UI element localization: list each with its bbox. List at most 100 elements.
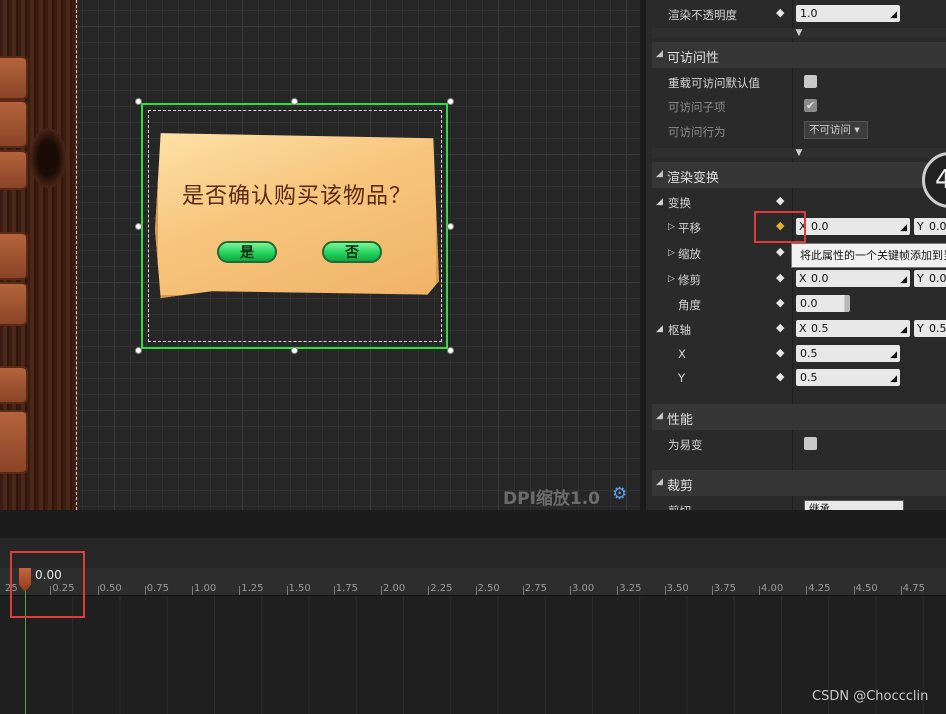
ruler-tick-label: 3.25	[619, 583, 642, 594]
ruler-tick	[570, 586, 571, 595]
drag-corner-icon: ◢	[890, 350, 897, 360]
wood-plank	[0, 366, 28, 404]
ruler-tick	[711, 586, 713, 595]
transform-label: 变换	[668, 196, 691, 210]
clip-label: 剪切	[668, 503, 691, 510]
ruler-tick	[286, 586, 288, 595]
selection-box[interactable]	[141, 103, 448, 349]
accessibility-category[interactable]: ◢ 可访问性	[652, 42, 946, 68]
ruler-tick-label: 4.75	[902, 583, 926, 594]
shear-row: ▷ 修剪 ◆ X 0.0 ◢ Y 0.0	[652, 267, 946, 291]
resize-handle[interactable]	[447, 347, 454, 354]
pivot-y-input[interactable]: Y 0.5	[914, 320, 946, 337]
resize-handle[interactable]	[447, 98, 454, 105]
ruler-tick	[333, 586, 335, 595]
translation-x-value: 0.0	[811, 220, 829, 233]
advanced-expander[interactable]: ▼	[652, 148, 946, 158]
translation-label: 平移	[678, 221, 701, 235]
resize-handle[interactable]	[135, 347, 142, 354]
keyframe-icon[interactable]: ◆	[776, 371, 788, 383]
volatile-checkbox[interactable]	[804, 437, 817, 450]
override-access-checkbox[interactable]	[804, 75, 817, 88]
keyframe-icon[interactable]: ◆	[776, 347, 788, 359]
shear-x-input[interactable]: X 0.0 ◢	[796, 270, 910, 287]
clip-row: 剪切 继承	[652, 498, 946, 510]
render-transform-category[interactable]: ◢ 渲染变换	[652, 162, 946, 188]
render-opacity-label: 渲染不透明度	[668, 8, 737, 22]
clipping-title: 裁剪	[667, 479, 694, 494]
ruler-tick-label: 4.50	[855, 583, 878, 594]
render-opacity-row: 渲染不透明度 ◆ 1.0 ◢	[652, 2, 946, 26]
shear-y-value: 0.0	[929, 272, 946, 285]
collapse-triangle-icon: ◢	[656, 411, 663, 421]
ruler-tick-label: 1.25	[241, 583, 264, 594]
angle-slider[interactable]: 0.0	[796, 295, 850, 312]
designer-canvas[interactable]: 是否确认购买该物品？ 是 否 DPI缩放1.0 ⚙	[0, 0, 640, 510]
drag-corner-icon: ◢	[890, 374, 897, 384]
advanced-expander[interactable]: ▼	[652, 28, 946, 38]
keyframe-icon[interactable]: ◆	[776, 7, 788, 19]
expand-triangle-icon[interactable]: ▷	[668, 222, 675, 232]
access-behavior-value: 不可访问	[809, 124, 851, 136]
volatile-label: 为易变	[668, 438, 703, 452]
collapse-triangle-icon: ◢	[656, 49, 663, 59]
keyframe-icon[interactable]: ◆	[776, 195, 788, 207]
keyframe-icon[interactable]: ◆	[776, 322, 788, 334]
resize-handle[interactable]	[135, 223, 142, 230]
access-behavior-dropdown[interactable]: 不可访问 ▾	[804, 121, 868, 139]
pivot-y-row: Y ◆ 0.5 ◢	[652, 366, 946, 390]
wood-plank	[0, 410, 28, 474]
expand-triangle-icon[interactable]: ▷	[668, 274, 675, 284]
pivot-y-field[interactable]: 0.5 ◢	[796, 369, 900, 386]
access-children-checkbox[interactable]: ✔	[804, 99, 817, 112]
ruler-tick	[617, 586, 619, 595]
clip-dropdown[interactable]: 继承	[804, 500, 904, 510]
pivot-x-field[interactable]: 0.5 ◢	[796, 345, 900, 362]
screen-edge-guide	[76, 0, 77, 510]
angle-row: 角度 ◆ 0.0	[652, 292, 946, 316]
keyframe-icon[interactable]: ◆	[776, 246, 788, 258]
track-area[interactable]	[0, 596, 946, 714]
performance-category[interactable]: ◢ 性能	[652, 404, 946, 430]
render-transform-title: 渲染变换	[667, 171, 720, 186]
clipping-category[interactable]: ◢ 裁剪	[652, 470, 946, 496]
collapse-triangle-icon: ◢	[656, 169, 663, 179]
override-access-label: 重载可访问默认值	[668, 76, 760, 90]
shear-label: 修剪	[678, 273, 701, 287]
wood-plank	[0, 100, 28, 148]
wood-plank	[0, 56, 28, 100]
ruler-tick	[97, 586, 99, 595]
resize-handle[interactable]	[291, 347, 298, 354]
ruler-tick-label: 1.00	[194, 583, 217, 594]
translation-x-input[interactable]: X 0.0 ◢	[796, 218, 910, 235]
time-ruler[interactable]: 25 0.25 0.50 0.75 1.00 1.25 1.50 1.75 2.00 2.25 2.…	[0, 568, 946, 596]
render-opacity-input[interactable]: 1.0 ◢	[796, 5, 900, 22]
keyframe-icon[interactable]: ◆	[776, 272, 788, 284]
shear-y-input[interactable]: Y 0.0	[914, 270, 946, 287]
volatile-row: 为易变	[652, 432, 946, 456]
ruler-tick-label: 2.75	[524, 583, 548, 594]
shear-x-value: 0.0	[811, 272, 829, 285]
drag-corner-icon: ◢	[900, 325, 907, 335]
translation-y-input[interactable]: Y 0.0	[914, 218, 946, 235]
collapse-triangle-icon[interactable]: ◢	[656, 197, 663, 207]
collapse-triangle-icon[interactable]: ◢	[656, 324, 663, 334]
expand-triangle-icon[interactable]: ▷	[668, 248, 675, 258]
accessibility-title: 可访问性	[667, 51, 720, 66]
ruler-tick-label: 4.00	[761, 583, 784, 594]
scale-label: 缩放	[678, 247, 701, 261]
ruler-tick	[806, 586, 808, 595]
resize-handle[interactable]	[447, 223, 454, 230]
ruler-tick-label: 3.50	[666, 583, 689, 594]
wood-knot	[30, 128, 66, 188]
dpi-scale-label: DPI缩放1.0	[503, 489, 601, 509]
gear-icon[interactable]: ⚙	[612, 486, 628, 503]
axis-x-label: X	[799, 272, 807, 285]
keyframe-icon[interactable]: ◆	[776, 297, 788, 309]
resize-handle[interactable]	[135, 98, 142, 105]
pivot-x-input[interactable]: X 0.5 ◢	[796, 320, 910, 337]
resize-handle[interactable]	[291, 98, 298, 105]
ruler-tick-label: 3.00	[572, 583, 595, 594]
watermark-text: CSDN @Choccclin	[812, 689, 929, 704]
ruler-tick	[522, 586, 524, 595]
